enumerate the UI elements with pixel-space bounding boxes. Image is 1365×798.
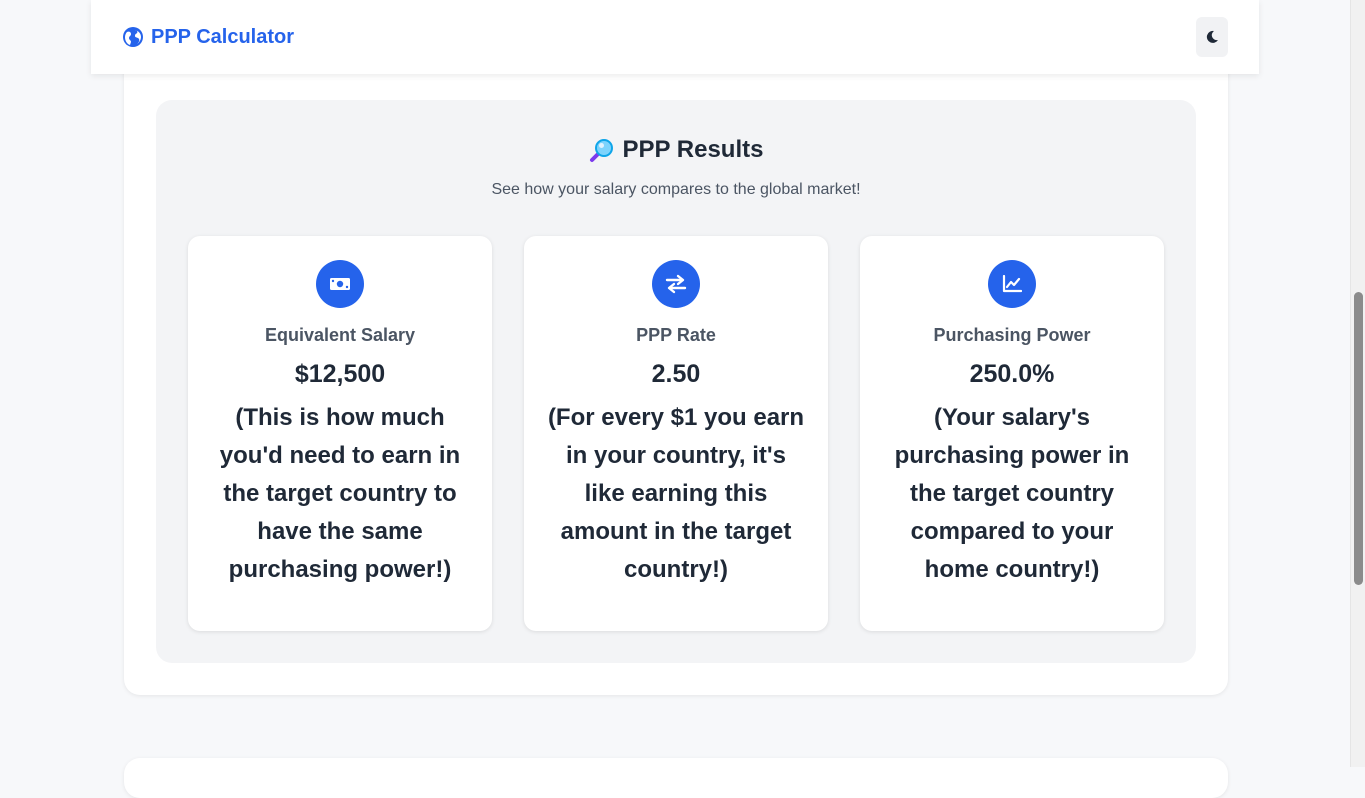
money-bill-icon — [316, 260, 364, 308]
stat-value: 2.50 — [651, 360, 701, 388]
chart-line-icon — [988, 260, 1036, 308]
stat-description: (This is how much you'd need to earn in … — [219, 404, 461, 583]
ppp-rate-card: PPP Rate 2.50 (For every $1 you earn in … — [524, 236, 828, 631]
stat-value: $12,500 — [294, 360, 386, 388]
moon-icon — [1206, 30, 1218, 43]
brand-title: PPP Calculator — [151, 25, 295, 48]
stat-description: (For every $1 you earn in your country, … — [547, 404, 805, 583]
stat-label: Equivalent Salary — [264, 325, 416, 345]
results-panel: PPP Results See how your salary compares… — [156, 100, 1196, 663]
equivalent-salary-card: Equivalent Salary $12,500 (This is how m… — [188, 236, 492, 631]
top-navbar: PPP Calculator — [91, 0, 1259, 74]
stat-label: Purchasing Power — [933, 325, 1091, 345]
magnifying-glass-icon — [589, 139, 613, 162]
stat-description: (Your salary's purchasing power in the t… — [894, 404, 1130, 583]
results-title: PPP Results — [622, 136, 764, 163]
globe-icon — [123, 27, 143, 47]
theme-toggle-button[interactable] — [1196, 17, 1228, 57]
stat-label: PPP Rate — [636, 325, 716, 345]
stat-value: 250.0% — [969, 360, 1055, 388]
scrollbar-thumb[interactable] — [1354, 292, 1363, 585]
page-scrollbar[interactable] — [1350, 0, 1365, 767]
exchange-arrows-icon — [652, 260, 700, 308]
purchasing-power-card: Purchasing Power 250.0% (Your salary's p… — [860, 236, 1164, 631]
results-subtitle: See how your salary compares to the glob… — [491, 181, 861, 198]
brand-link[interactable]: PPP Calculator — [123, 26, 294, 49]
results-heading: PPP Results — [156, 136, 1196, 164]
next-section-card — [124, 758, 1228, 798]
